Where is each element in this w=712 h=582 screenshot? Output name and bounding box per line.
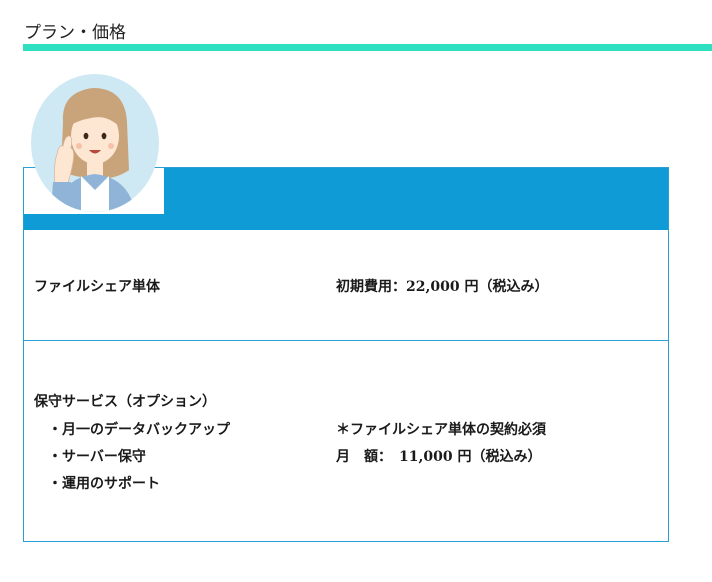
section-title: プラン・価格 <box>24 23 126 43</box>
pricing-card: ファイルシェア単体 初期費用：22,000 円（税込み） 保守サービス（オプショ… <box>23 167 669 542</box>
feature-item: ・運用のサポート <box>48 476 160 492</box>
plan-name: ファイルシェア単体 <box>34 279 160 295</box>
plan-name: 保守サービス（オプション） <box>34 394 216 410</box>
avatar-illustration <box>31 74 159 212</box>
plan-row-fileshare: ファイルシェア単体 初期費用：22,000 円（税込み） <box>24 230 668 341</box>
feature-item: ・月一のデータバックアップ <box>48 422 230 438</box>
plan-note: ＊ファイルシェア単体の契約必須 <box>336 422 546 438</box>
plan-row-maintenance: 保守サービス（オプション） ・月一のデータバックアップ ・サーバー保守 ・運用の… <box>24 341 668 543</box>
plan-price: 初期費用：22,000 円（税込み） <box>336 279 549 295</box>
plan-price: 月 額： 11,000 円（税込み） <box>336 449 542 465</box>
feature-item: ・サーバー保守 <box>48 449 146 465</box>
woman-pointing-icon <box>51 88 135 212</box>
title-underline <box>23 44 712 51</box>
